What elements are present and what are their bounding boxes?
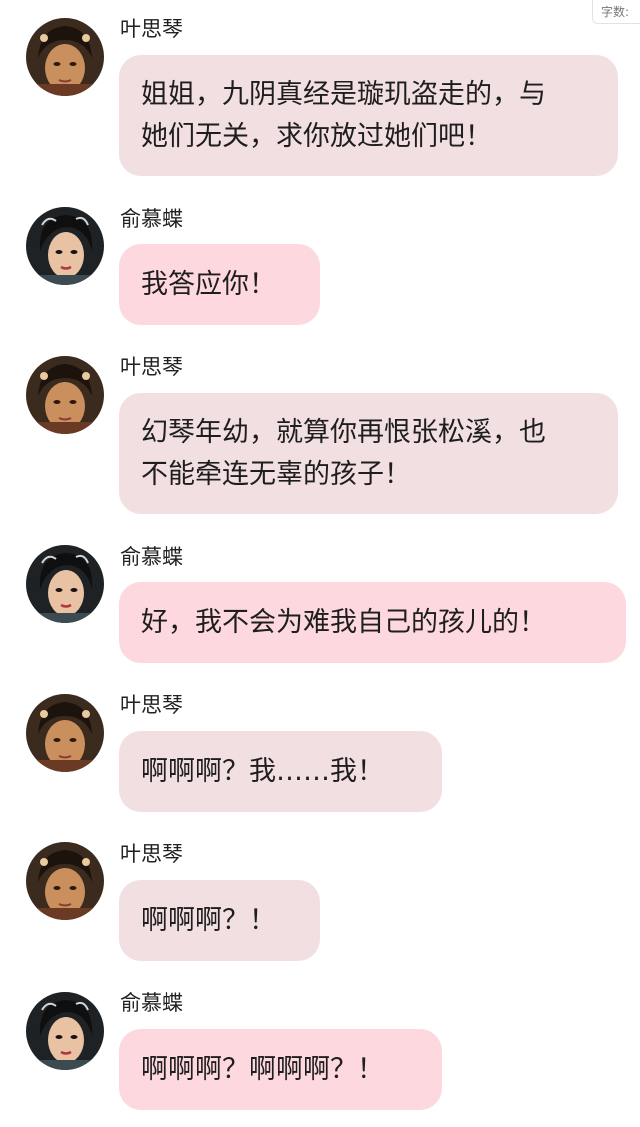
message-text: 姐姐，九阴真经是璇玑盗走的，与 (141, 78, 546, 110)
message-text: 不能牵连无辜的孩子！ (141, 458, 411, 490)
message-text: 她们无关，求你放过她们吧！ (141, 120, 492, 152)
girl-avatar[interactable] (26, 694, 104, 772)
sender-name: 叶思琴 (120, 17, 183, 41)
lady-avatar[interactable] (26, 545, 104, 623)
message-bubble[interactable]: 啊啊啊？啊啊啊？！ (119, 1029, 442, 1110)
word-count-label: 字数: (592, 0, 640, 24)
message-bubble[interactable]: 好，我不会为难我自己的孩儿的！ (119, 582, 626, 663)
lady-avatar[interactable] (26, 992, 104, 1070)
girl-avatar[interactable] (26, 356, 104, 434)
message-bubble[interactable]: 我答应你！ (119, 244, 320, 325)
message-text: 我答应你！ (141, 268, 276, 300)
message-bubble[interactable]: 幻琴年幼，就算你再恨张松溪，也 不能牵连无辜的孩子！ (119, 393, 618, 514)
message-text: 幻琴年幼，就算你再恨张松溪，也 (141, 416, 546, 448)
sender-name: 俞慕蝶 (120, 991, 183, 1015)
sender-name: 叶思琴 (120, 693, 183, 717)
sender-name: 叶思琴 (120, 842, 183, 866)
message-text: 啊啊啊？啊啊啊？！ (141, 1053, 384, 1085)
message-bubble[interactable]: 姐姐，九阴真经是璇玑盗走的，与 她们无关，求你放过她们吧！ (119, 55, 618, 176)
message-text: 好，我不会为难我自己的孩儿的！ (141, 606, 546, 638)
girl-avatar[interactable] (26, 842, 104, 920)
sender-name: 叶思琴 (120, 355, 183, 379)
lady-avatar[interactable] (26, 207, 104, 285)
message-bubble[interactable]: 啊啊啊？我……我！ (119, 731, 442, 812)
message-bubble[interactable]: 啊啊啊？！ (119, 880, 320, 961)
sender-name: 俞慕蝶 (120, 545, 183, 569)
girl-avatar[interactable] (26, 18, 104, 96)
message-text: 啊啊啊？！ (141, 904, 276, 936)
sender-name: 俞慕蝶 (120, 207, 183, 231)
message-text: 啊啊啊？我……我！ (141, 755, 384, 787)
